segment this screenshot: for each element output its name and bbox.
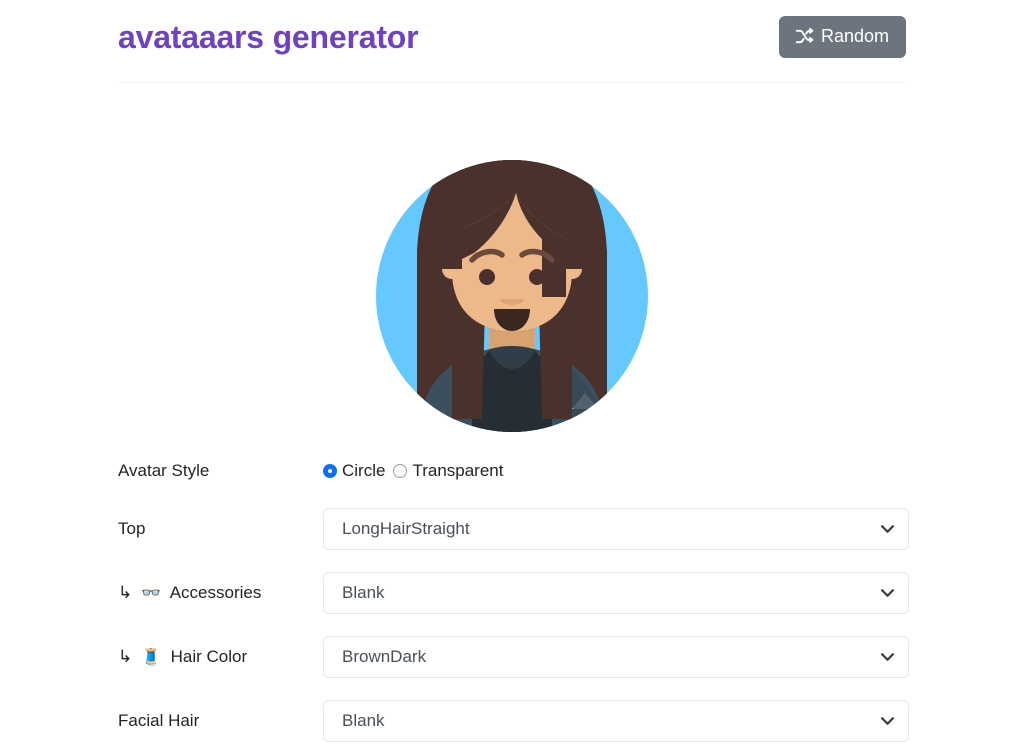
glasses-icon: 👓: [140, 584, 161, 602]
page-title: avataaars generator: [118, 18, 419, 55]
form-row-accessories: ↳ 👓 Accessories Blank: [118, 572, 909, 614]
page-header: avataaars generator Random: [118, 8, 906, 66]
label-top-text: Top: [118, 518, 146, 538]
radio-option-circle[interactable]: Circle: [323, 461, 385, 481]
avatar-preview: [0, 119, 1024, 433]
chevron-down-icon: [881, 525, 894, 534]
select-accessories[interactable]: Blank: [323, 572, 909, 614]
sub-arrow-icon: ↳: [118, 646, 133, 666]
label-accessories: ↳ 👓 Accessories: [118, 582, 323, 605]
label-facial-hair-text: Facial Hair: [118, 710, 200, 730]
chevron-down-icon: [881, 717, 894, 726]
accessories-control: Blank: [323, 572, 909, 614]
facial-hair-control: Blank: [323, 700, 909, 742]
avatar-image: [376, 160, 648, 432]
label-top: Top: [118, 518, 323, 540]
label-accessories-text: Accessories: [169, 582, 262, 602]
radio-circle-label: Circle: [342, 461, 386, 480]
label-avatar-style: Avatar Style: [118, 460, 210, 480]
select-top[interactable]: LongHairStraight: [323, 508, 909, 550]
select-accessories-value: Blank: [342, 583, 385, 602]
avataaars-generator-page: avataaars generator Random Avatar Style …: [0, 0, 1024, 747]
select-hair-color-value: BrownDark: [342, 647, 427, 666]
top-control: LongHairStraight: [323, 508, 909, 550]
label-hair-color: ↳ 🧵 Hair Color: [118, 646, 323, 669]
chevron-down-icon: [881, 589, 894, 598]
select-top-value: LongHairStraight: [342, 519, 470, 538]
form-row-hair-color: ↳ 🧵 Hair Color BrownDark: [118, 636, 909, 678]
avatar-style-control: Circle Transparent: [323, 461, 908, 481]
label-facial-hair: Facial Hair: [118, 710, 323, 732]
sub-arrow-icon: ↳: [118, 582, 133, 602]
random-button-label: Random: [820, 25, 889, 46]
radio-circle-indicator[interactable]: [323, 464, 337, 478]
header-divider: [118, 82, 906, 83]
avatar-style-radio-group: Circle Transparent: [323, 461, 908, 481]
select-hair-color[interactable]: BrownDark: [323, 636, 909, 678]
form-row-top: Top LongHairStraight: [118, 508, 909, 550]
select-facial-hair-value: Blank: [342, 711, 385, 730]
avatar-options-form: Avatar Style Circle Transparent Top Long…: [118, 452, 909, 747]
select-facial-hair[interactable]: Blank: [323, 700, 909, 742]
radio-option-transparent[interactable]: Transparent: [393, 461, 503, 481]
radio-transparent-indicator[interactable]: [393, 464, 408, 478]
radio-transparent-label: Transparent: [412, 461, 504, 480]
form-row-avatar-style: Avatar Style Circle Transparent: [118, 452, 908, 490]
thread-spool-icon: 🧵: [140, 648, 161, 666]
form-row-facial-hair: Facial Hair Blank: [118, 700, 909, 742]
random-button[interactable]: Random: [778, 15, 906, 59]
chevron-down-icon: [881, 653, 894, 662]
shuffle-icon: [795, 27, 814, 46]
label-hair-color-text: Hair Color: [170, 646, 248, 666]
hair-color-control: BrownDark: [323, 636, 909, 678]
